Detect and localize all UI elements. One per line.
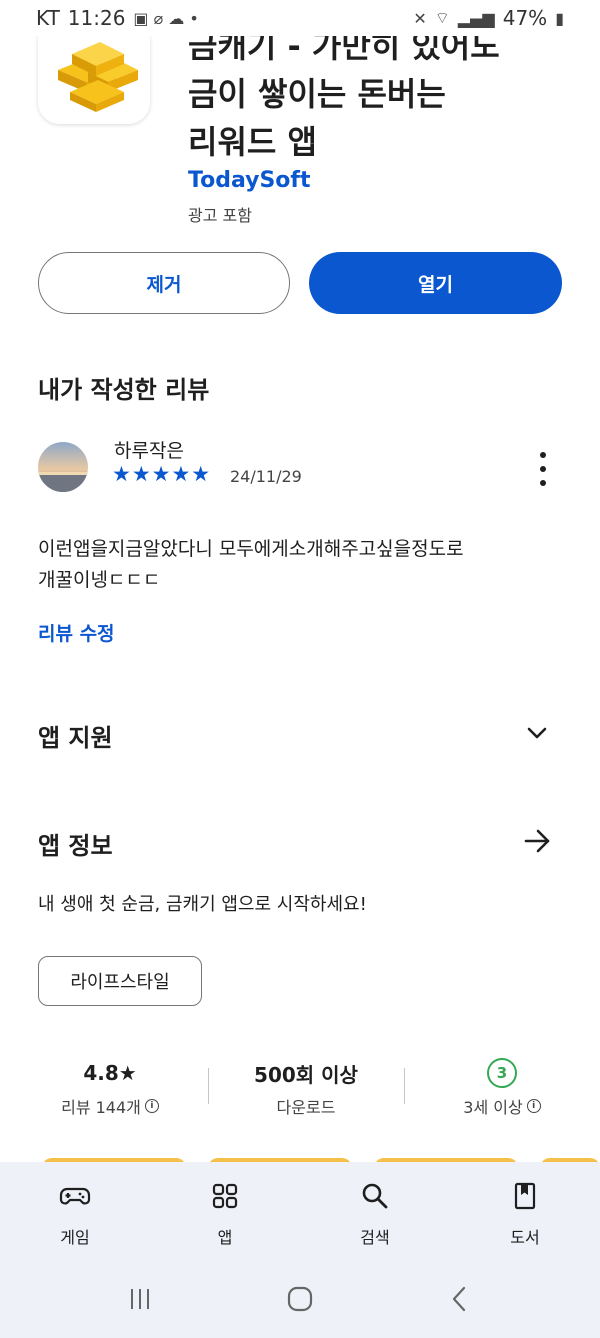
bottom-navigation: 게임 앱 검색 도서	[0, 1162, 600, 1260]
avatar	[38, 442, 88, 492]
stat-divider	[404, 1068, 405, 1104]
info-icon: i	[144, 1099, 159, 1113]
mute-icon: ✕	[413, 8, 427, 28]
review-text: 이런앱을지금알았다니 모두에게소개해주고싶을정도로 개꿀이넹ㄷㄷㄷ	[38, 534, 558, 596]
app-title-line-3: 리워드 앱	[188, 123, 317, 161]
clock: 11:26	[67, 6, 126, 30]
rating-label: 리뷰 144개	[61, 1098, 141, 1117]
book-icon	[514, 1182, 536, 1210]
nav-item-search[interactable]: 검색	[300, 1162, 450, 1260]
nav-item-apps[interactable]: 앱	[150, 1162, 300, 1260]
nav-label-search: 검색	[360, 1228, 390, 1247]
carrier-label: KT	[36, 6, 60, 30]
home-icon[interactable]	[285, 1284, 315, 1314]
app-info-title[interactable]: 앱 정보	[38, 826, 113, 861]
developer-link[interactable]: TodaySoft	[188, 168, 311, 193]
wifi-icon: ⌔	[434, 8, 450, 27]
reviewer-name: 하루작은	[114, 440, 184, 462]
downloads-label: 다운로드	[276, 1098, 336, 1117]
app-description: 내 생애 첫 순금, 금캐기 앱으로 시작하세요!	[38, 894, 367, 915]
review-text-line-2: 개꿀이넹ㄷㄷㄷ	[38, 569, 161, 591]
nav-item-books[interactable]: 도서	[450, 1162, 600, 1260]
info-icon: i	[526, 1099, 541, 1113]
app-support-title[interactable]: 앱 지원	[38, 718, 113, 753]
chevron-down-icon[interactable]	[524, 720, 550, 746]
nav-label-apps: 앱	[217, 1228, 233, 1247]
nav-label-games: 게임	[60, 1228, 90, 1247]
stat-age-rating[interactable]: 3 3세 이상 i	[412, 1058, 592, 1118]
status-bar: KT 11:26 ▣ ⌀ ☁ • ✕ ⌔ ▂▄▆ 47% ▮	[0, 0, 600, 36]
category-chip[interactable]: 라이프스타일	[38, 956, 202, 1006]
downloads-value: 500회 이상	[254, 1062, 358, 1087]
back-icon[interactable]	[445, 1284, 475, 1314]
edit-review-link[interactable]: 리뷰 수정	[38, 619, 115, 646]
stat-divider	[208, 1068, 209, 1104]
battery-icon: ▮	[555, 8, 564, 28]
arrow-right-icon[interactable]	[522, 826, 552, 856]
search-icon	[362, 1183, 388, 1209]
recent-apps-icon[interactable]	[125, 1284, 155, 1314]
my-review-title: 내가 작성한 리뷰	[38, 376, 210, 404]
star-rating: ★★★★★	[112, 462, 212, 486]
app-title: 금캐기 - 가만히 있어도 금이 쌓이는 돈버는 리워드 앱	[188, 22, 568, 166]
battery-percent: 47%	[502, 6, 548, 30]
ads-note: 광고 포함	[188, 206, 252, 225]
rating-value: 4.8★	[83, 1061, 137, 1085]
nav-label-books: 도서	[510, 1228, 540, 1247]
app-title-line-2: 금이 쌓이는 돈버는	[188, 75, 446, 113]
apps-grid-icon	[212, 1183, 238, 1209]
stat-rating[interactable]: 4.8★ 리뷰 144개 i	[20, 1058, 200, 1118]
stat-downloads: 500회 이상 다운로드	[216, 1058, 396, 1118]
age-label: 3세 이상	[463, 1098, 523, 1117]
nav-item-games[interactable]: 게임	[0, 1162, 150, 1260]
open-button[interactable]: 열기	[309, 252, 562, 314]
gamepad-icon	[59, 1187, 91, 1205]
remove-button[interactable]: 제거	[38, 252, 290, 314]
age-rating-badge-icon: 3	[487, 1058, 517, 1088]
review-text-line-1: 이런앱을지금알았다니 모두에게소개해주고싶을정도로	[38, 538, 464, 560]
review-date: 24/11/29	[230, 467, 302, 486]
signal-icon: ▂▄▆	[457, 8, 495, 28]
notification-icons: ▣ ⌀ ☁ •	[133, 8, 199, 28]
system-navigation-bar	[0, 1260, 600, 1338]
more-options-icon[interactable]	[532, 452, 554, 486]
